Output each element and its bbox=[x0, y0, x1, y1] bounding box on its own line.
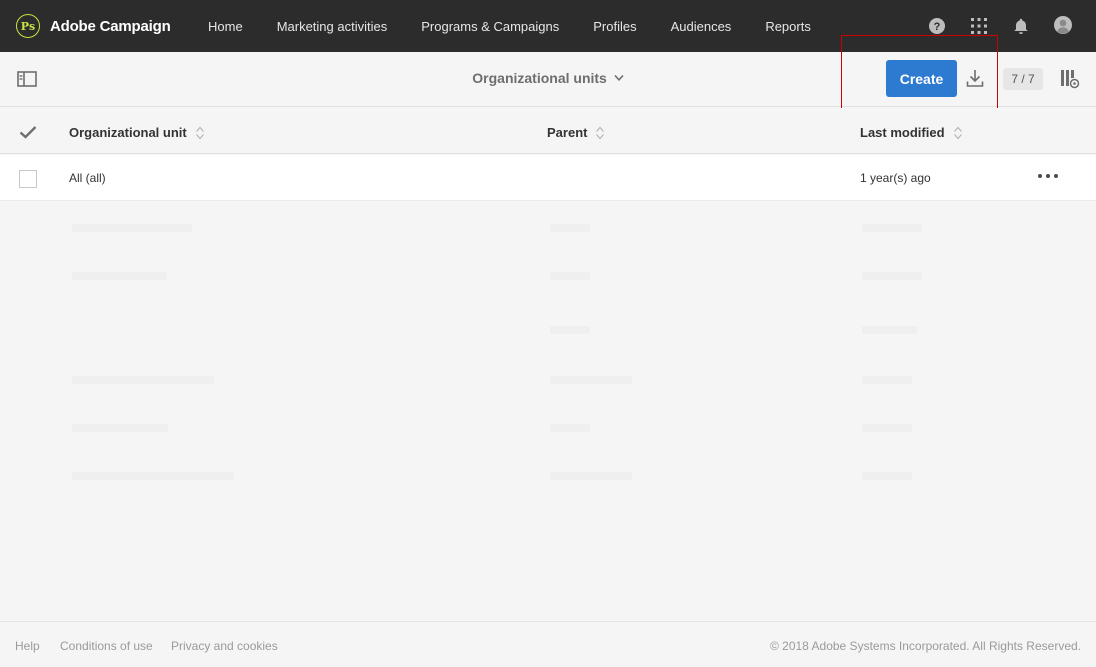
cell-last-modified: 1 year(s) ago bbox=[860, 171, 931, 185]
sort-icon bbox=[595, 126, 605, 140]
placeholder-bar bbox=[550, 224, 590, 232]
row-checkbox[interactable] bbox=[19, 170, 37, 188]
column-settings-icon[interactable] bbox=[1059, 68, 1081, 90]
more-actions-icon[interactable] bbox=[1038, 168, 1058, 184]
placeholder-bar bbox=[550, 472, 632, 480]
placeholder-bar bbox=[72, 472, 234, 480]
top-navigation-bar: Ps Adobe Campaign Home Marketing activit… bbox=[0, 0, 1096, 52]
table-header: Organizational unit Parent Last modified bbox=[0, 108, 1096, 154]
placeholder-bar bbox=[72, 224, 192, 232]
sort-icon bbox=[195, 126, 205, 140]
footer-link-privacy-and-cookies[interactable]: Privacy and cookies bbox=[171, 639, 278, 653]
footer: Help Conditions of use Privacy and cooki… bbox=[0, 621, 1096, 667]
nav-item-reports[interactable]: Reports bbox=[765, 19, 811, 34]
column-header-label: Last modified bbox=[860, 125, 945, 140]
placeholder-bar bbox=[550, 326, 590, 334]
download-icon[interactable] bbox=[964, 67, 986, 89]
main-nav: Home Marketing activities Programs & Cam… bbox=[208, 0, 845, 52]
nav-item-profiles[interactable]: Profiles bbox=[593, 19, 636, 34]
placeholder-bar bbox=[550, 424, 590, 432]
side-panel-toggle-icon[interactable] bbox=[17, 71, 37, 87]
list-toolbar: Organizational units Create 7 / 7 bbox=[0, 52, 1096, 107]
column-header-parent[interactable]: Parent bbox=[547, 125, 605, 140]
column-header-organizational-unit[interactable]: Organizational unit bbox=[69, 125, 205, 140]
brand-name: Adobe Campaign bbox=[50, 17, 171, 35]
nav-item-marketing-activities[interactable]: Marketing activities bbox=[277, 19, 388, 34]
svg-text:?: ? bbox=[934, 21, 941, 33]
column-header-label: Organizational unit bbox=[69, 125, 187, 140]
record-count-badge: 7 / 7 bbox=[1003, 68, 1043, 90]
placeholder-bar bbox=[550, 376, 632, 384]
brand[interactable]: Ps Adobe Campaign bbox=[16, 14, 208, 38]
nav-item-home[interactable]: Home bbox=[208, 19, 243, 34]
placeholder-bar bbox=[72, 272, 167, 280]
user-avatar-icon[interactable] bbox=[1054, 16, 1072, 34]
placeholder-bar bbox=[862, 272, 922, 280]
select-all-checkmark-icon[interactable] bbox=[19, 125, 37, 139]
cell-organizational-unit[interactable]: All (all) bbox=[69, 171, 106, 185]
view-title-label: Organizational units bbox=[472, 70, 607, 86]
footer-link-conditions-of-use[interactable]: Conditions of use bbox=[60, 639, 153, 653]
apps-grid-icon[interactable] bbox=[971, 18, 987, 34]
column-header-last-modified[interactable]: Last modified bbox=[860, 125, 963, 140]
chevron-down-icon bbox=[614, 74, 624, 81]
placeholder-bar bbox=[550, 272, 590, 280]
copyright-text: © 2018 Adobe Systems Incorporated. All R… bbox=[769, 639, 1081, 653]
adobe-campaign-logo-icon: Ps bbox=[16, 14, 40, 38]
placeholder-bar bbox=[862, 224, 922, 232]
placeholder-bar bbox=[862, 472, 912, 480]
view-selector[interactable]: Organizational units bbox=[472, 70, 624, 86]
create-button[interactable]: Create bbox=[886, 60, 957, 97]
bell-icon[interactable] bbox=[1013, 18, 1029, 35]
sort-icon bbox=[953, 126, 963, 140]
placeholder-bar bbox=[862, 376, 912, 384]
footer-link-help[interactable]: Help bbox=[15, 639, 40, 653]
help-icon[interactable]: ? bbox=[929, 18, 945, 34]
nav-item-programs-campaigns[interactable]: Programs & Campaigns bbox=[421, 19, 559, 34]
placeholder-bar bbox=[862, 424, 912, 432]
placeholder-bar bbox=[862, 326, 917, 334]
placeholder-bar bbox=[72, 376, 214, 384]
nav-item-audiences[interactable]: Audiences bbox=[671, 19, 732, 34]
table-row[interactable]: All (all) 1 year(s) ago bbox=[0, 155, 1096, 201]
column-header-label: Parent bbox=[547, 125, 588, 140]
placeholder-bar bbox=[72, 424, 168, 432]
